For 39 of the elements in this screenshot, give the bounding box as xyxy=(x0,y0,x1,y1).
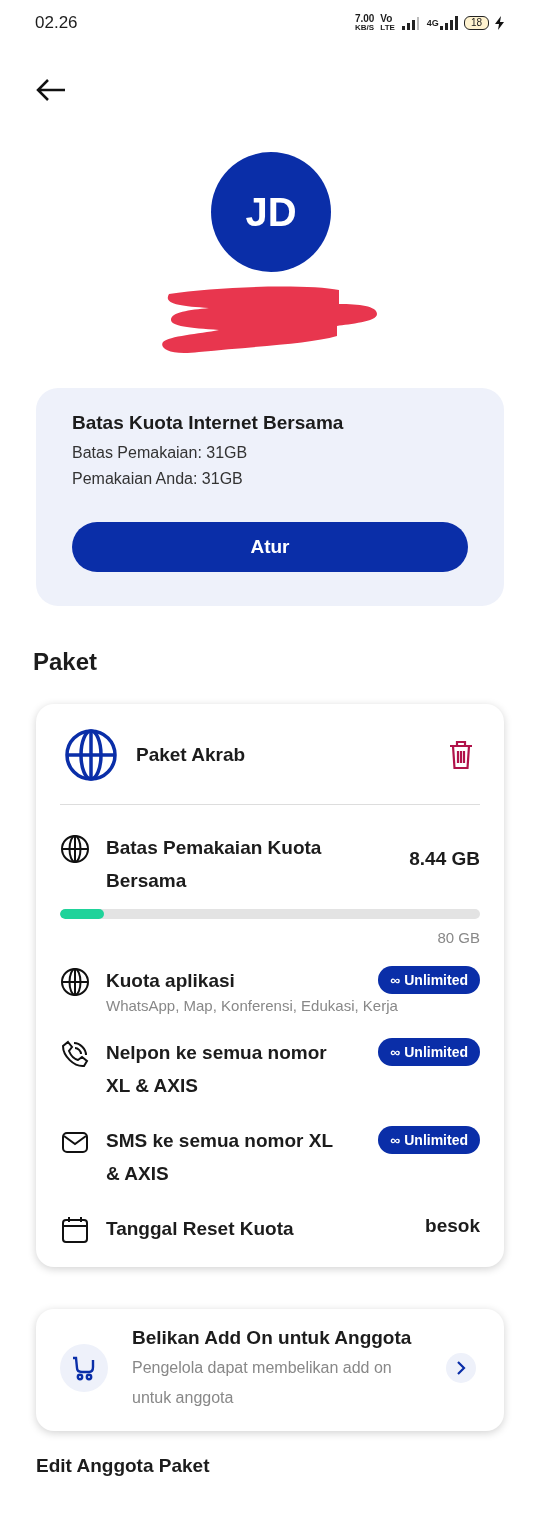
quota-title: Batas Kuota Internet Bersama xyxy=(72,412,345,434)
feature-value: 8.44 GB xyxy=(409,848,480,870)
status-time: 02.26 xyxy=(35,13,78,33)
unlimited-badge: ∞ Unlimited xyxy=(378,1038,480,1066)
network-type: 4G xyxy=(426,18,439,28)
delete-button[interactable] xyxy=(448,740,474,770)
feature-title: Nelpon ke semua nomor XL & AXIS xyxy=(106,1041,328,1098)
chevron-icon xyxy=(446,1353,476,1383)
avatar: JD xyxy=(211,152,331,272)
signal-icon xyxy=(400,16,421,30)
feature-title: SMS ke semua nomor XL & AXIS xyxy=(106,1129,334,1186)
feature-title: Batas Pemakaian Kuota Bersama xyxy=(106,836,323,893)
network-speed: 7.00 KB/S xyxy=(354,14,375,32)
signal-icon xyxy=(439,16,458,30)
feature-title: Tanggal Reset Kuota xyxy=(106,1217,295,1241)
volte-indicator: Vo LTE xyxy=(380,14,395,32)
charging-icon xyxy=(495,16,504,30)
phone-icon xyxy=(60,1039,90,1069)
quota-total: 80 GB xyxy=(436,929,480,946)
atur-button[interactable]: Atur xyxy=(72,522,468,572)
section-title: Edit Anggota Paket xyxy=(36,1455,211,1477)
feature-detail: WhatsApp, Map, Konferensi, Edukasi, Kerja xyxy=(106,997,399,1014)
addon-title: Belikan Add On untuk Anggota xyxy=(132,1326,413,1350)
battery-level: 18 xyxy=(463,16,489,30)
section-title: Paket xyxy=(33,648,99,676)
addon-card[interactable]: Belikan Add On untuk Anggota Pengelola dapat membelikan add on untuk anggota xyxy=(36,1309,504,1431)
feature-title: Kuota aplikasi xyxy=(106,969,236,993)
cart-icon xyxy=(60,1344,108,1392)
package-name: Paket Akrab xyxy=(136,744,247,766)
quota-detail: Pemakaian Anda: 31GB xyxy=(72,469,244,489)
addon-description: Pengelola dapat membelikan add on untuk anggota xyxy=(132,1358,393,1408)
unlimited-badge: ∞ Unlimited xyxy=(378,1126,480,1154)
calendar-icon xyxy=(60,1215,90,1245)
unlimited-badge: ∞ Unlimited xyxy=(378,966,480,994)
globe-icon xyxy=(60,834,90,864)
globe-icon xyxy=(60,967,90,997)
quota-detail: Batas Pemakaian: 31GB xyxy=(72,443,249,463)
feature-value: besok xyxy=(425,1215,480,1237)
globe-icon xyxy=(64,728,118,782)
